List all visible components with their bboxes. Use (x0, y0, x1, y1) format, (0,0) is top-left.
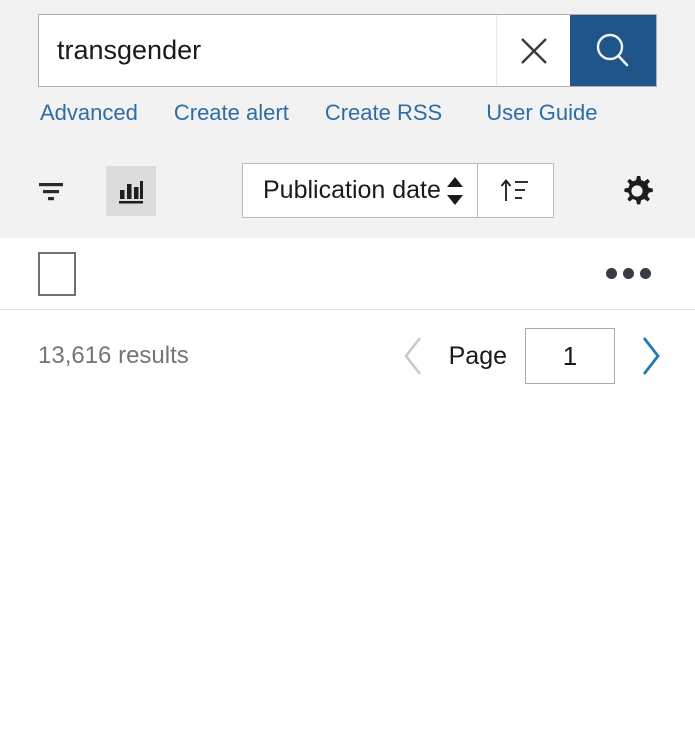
gear-icon (624, 175, 653, 204)
timeline-toggle-button[interactable] (106, 165, 156, 216)
next-page-button[interactable] (633, 333, 667, 379)
results-meta-row: 13,616 results Page 1 (0, 310, 695, 402)
chevron-updown-icon (446, 176, 463, 205)
results-timeline-chart: 1992 2023 (0, 402, 695, 750)
quick-links: Advanced Create alert Create RSS User Gu… (38, 100, 657, 126)
display-options-button[interactable] (609, 163, 665, 219)
sort-by-select[interactable]: Publication date (243, 164, 477, 217)
search-bar (38, 14, 657, 87)
sort-by-label: Publication date (263, 176, 441, 204)
search-header: Advanced Create alert Create RSS User Gu… (0, 0, 695, 143)
previous-page-button[interactable] (397, 333, 431, 379)
results-count: 13,616 results (38, 342, 189, 369)
sort-ascending-icon (501, 178, 529, 201)
more-actions-button[interactable] (596, 258, 661, 289)
filters-button[interactable] (26, 166, 76, 216)
clear-search-button[interactable] (496, 15, 570, 86)
ellipsis-icon-dot (640, 268, 651, 279)
select-all-checkbox[interactable] (38, 251, 76, 296)
ellipsis-icon-dot (606, 268, 617, 279)
close-icon (520, 37, 547, 64)
search-icon (596, 33, 629, 66)
ellipsis-icon-dot (623, 268, 634, 279)
link-advanced[interactable]: Advanced (40, 100, 138, 126)
search-input[interactable] (39, 15, 496, 86)
results-toolbar: Publication date (0, 143, 695, 238)
search-submit-button[interactable] (570, 15, 656, 86)
page-label: Page (448, 341, 507, 370)
pagination: Page 1 (397, 328, 667, 384)
link-create-alert[interactable]: Create alert (174, 100, 289, 126)
link-user-guide[interactable]: User Guide (486, 100, 597, 126)
sort-direction-button[interactable] (476, 164, 553, 217)
chevron-right-icon (642, 337, 660, 375)
filter-icon (39, 182, 63, 200)
chevron-left-icon (403, 337, 421, 375)
sort-controls: Publication date (242, 163, 554, 218)
select-all-row (0, 238, 695, 310)
bar-chart-icon (119, 180, 143, 203)
link-create-rss[interactable]: Create RSS (325, 100, 442, 126)
page-number-input[interactable]: 1 (525, 328, 615, 384)
